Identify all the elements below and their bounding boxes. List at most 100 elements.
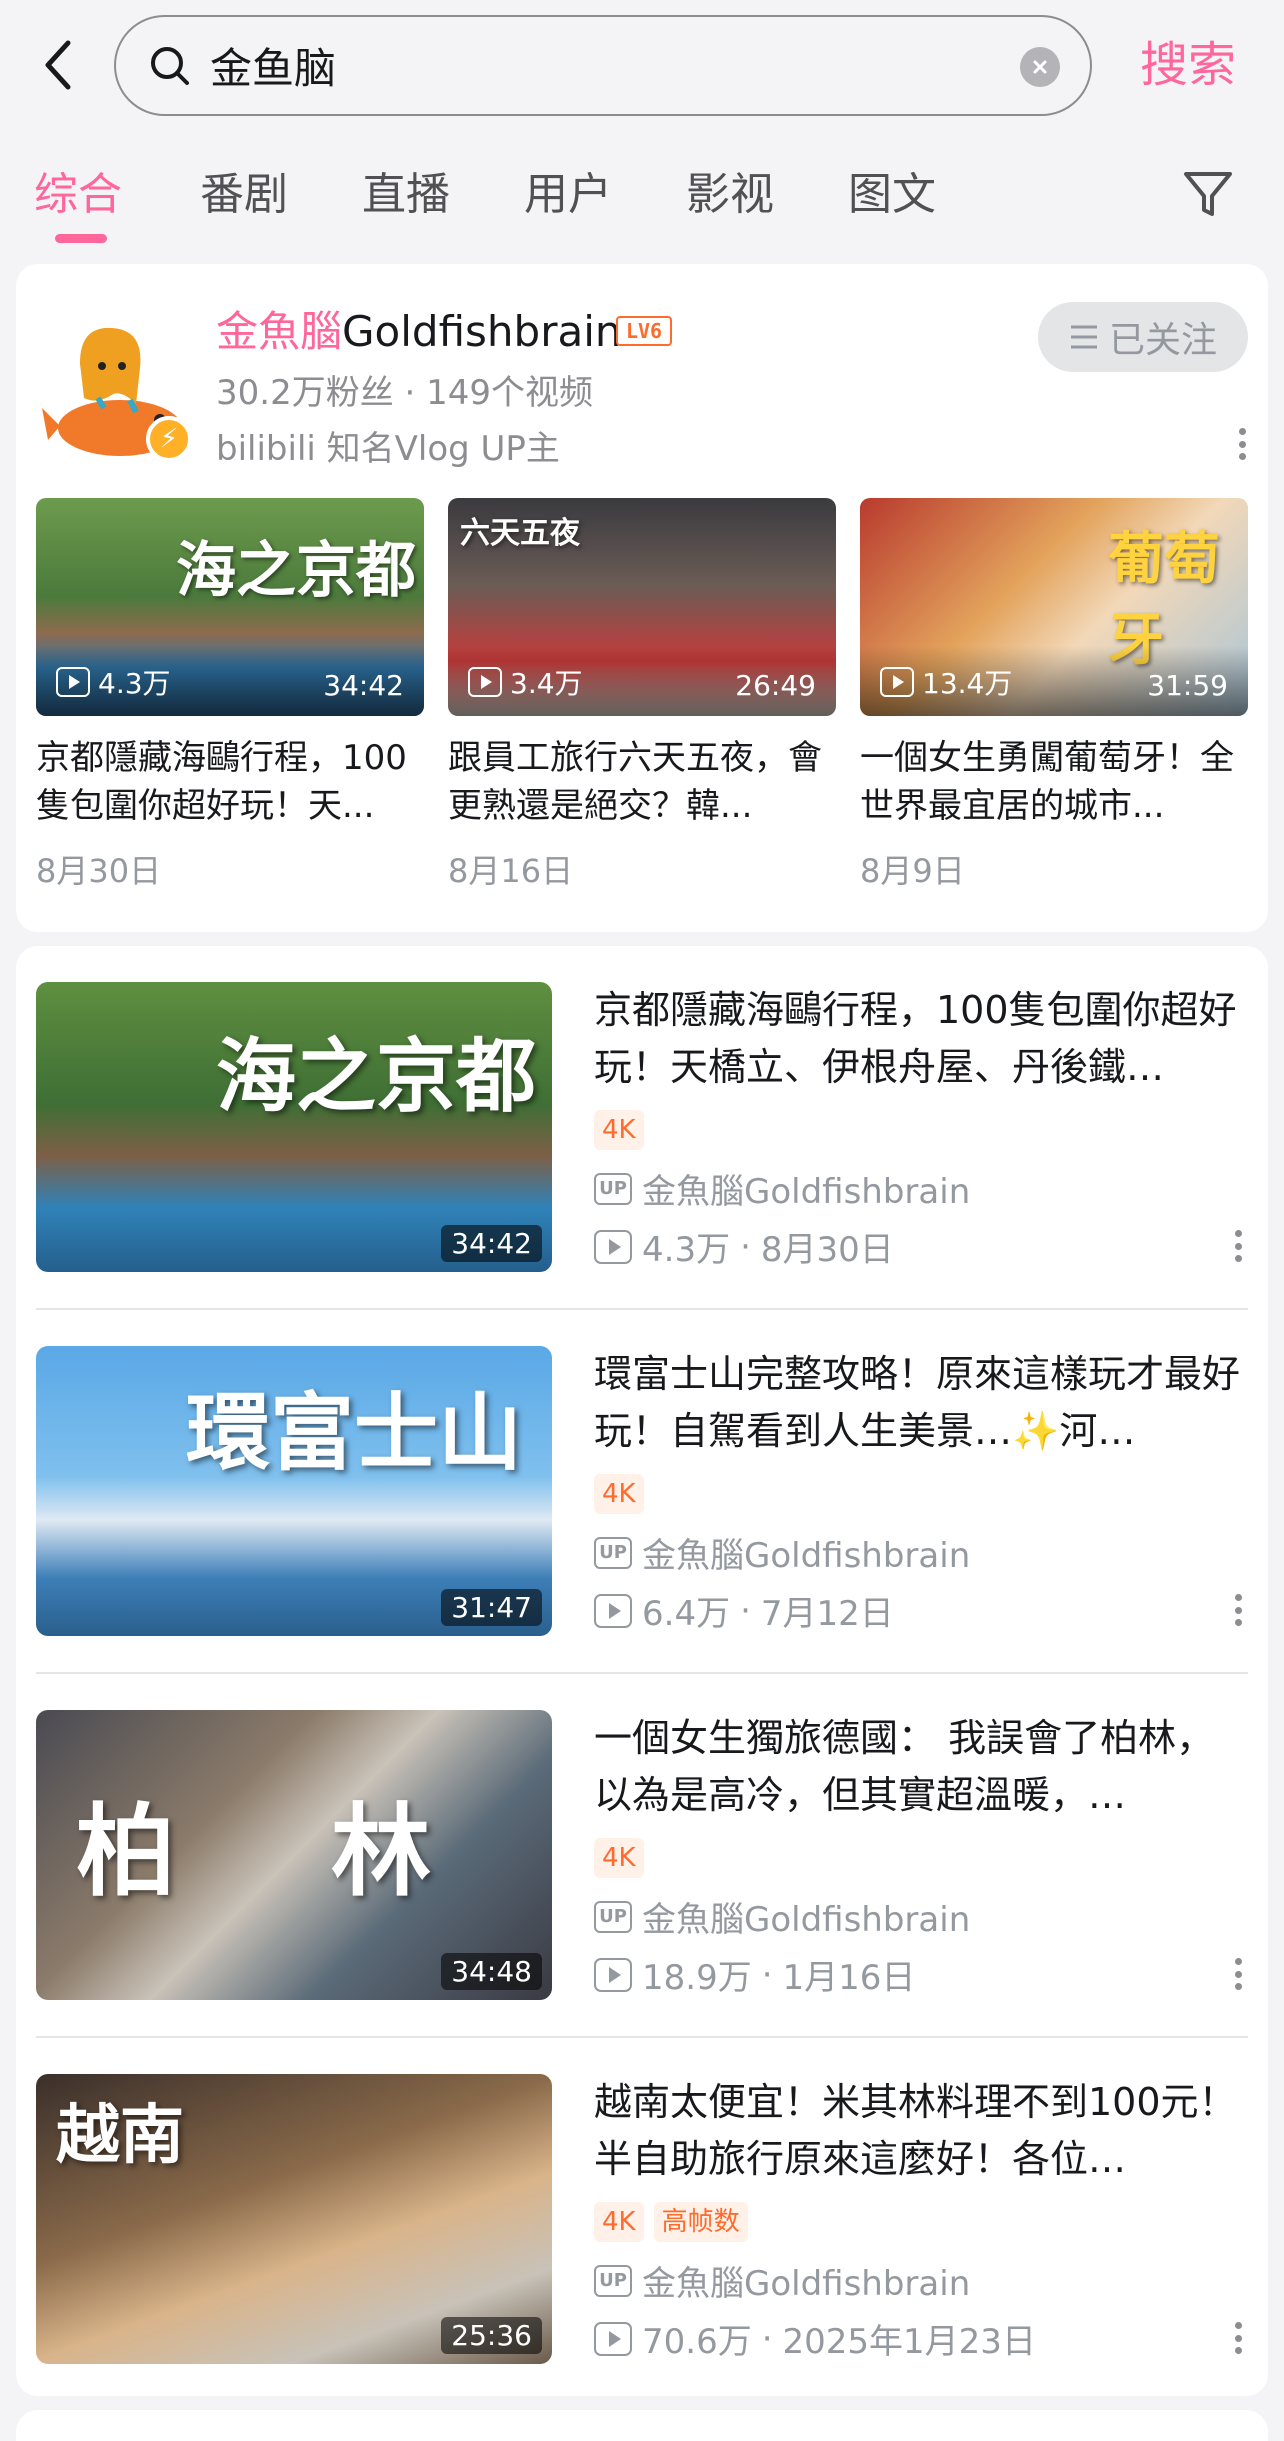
follow-button[interactable]: 已关注: [1038, 302, 1248, 372]
tab-live[interactable]: 直播: [362, 160, 450, 230]
list-item[interactable]: 越南 25:36 越南太便宜！米其林料理不到100元！半自助旅行原來這麼好！各位…: [36, 2038, 1248, 2364]
quality-tag: 4K: [594, 1838, 644, 1878]
framerate-tag: 高帧数: [653, 2202, 748, 2242]
video-title: 京都隱藏海鷗行程，100隻包圍你超好玩！天橋立、伊根舟屋、丹後鐵…: [594, 988, 1237, 1089]
user-video-card[interactable]: 葡萄牙 13.4万 31:59 一個女生勇闖葡萄牙！全世界最宜居的城市... 8…: [860, 498, 1248, 892]
video-title: 京都隱藏海鷗行程，100隻包圍你超好玩！天...: [36, 738, 407, 826]
video-meta: 18.9万 · 1月16日: [594, 1950, 915, 1999]
video-date: 8月16日: [448, 852, 574, 890]
more-options-icon[interactable]: [1228, 1954, 1248, 1994]
search-input[interactable]: [210, 41, 970, 90]
user-description: bilibili 知名Vlog UP主: [216, 429, 560, 469]
view-count: 4.3万: [56, 662, 171, 702]
video-duration: 31:47: [441, 1589, 542, 1626]
video-title: 一個女生勇闖葡萄牙！全世界最宜居的城市...: [860, 738, 1234, 826]
video-thumbnail: 柏 林 34:48: [36, 1710, 552, 2000]
view-count: 13.4万: [880, 662, 1012, 702]
thumbnail-text: 越南: [56, 2099, 184, 2173]
uploader[interactable]: UP 金魚腦Goldfishbrain: [594, 1528, 970, 1577]
tab-users[interactable]: 用户: [524, 160, 612, 230]
video-thumbnail: 葡萄牙 13.4万 31:59: [860, 498, 1248, 716]
user-video-card[interactable]: 六天五夜 3.4万 26:49 跟員工旅行六天五夜，會更熟還是絕交？韓... 8…: [448, 498, 836, 892]
play-icon: [594, 1593, 632, 1628]
tab-articles[interactable]: 图文: [848, 160, 936, 230]
follow-label: 已关注: [1108, 320, 1217, 361]
video-thumbnail: 海之京都 34:42: [36, 982, 552, 1272]
video-thumbnail: 海之京都 4.3万 34:42: [36, 498, 424, 716]
search-button[interactable]: 搜索: [1140, 30, 1236, 100]
filter-icon[interactable]: [1178, 164, 1238, 224]
uploader[interactable]: UP 金魚腦Goldfishbrain: [594, 2256, 970, 2305]
video-title: 一個女生獨旅德國： 我誤會了柏林，以為是高冷，但其實超溫暖，…: [594, 1716, 1215, 1817]
play-icon: [594, 1229, 632, 1264]
video-duration: 34:42: [323, 669, 404, 702]
user-name[interactable]: 金魚腦Goldfishbrain: [216, 302, 622, 362]
play-icon: [594, 1957, 632, 1992]
active-tab-indicator: [55, 234, 107, 243]
category-tabs: 综合 番剧 直播 用户 影视 图文: [0, 150, 1284, 250]
up-icon: UP: [594, 1900, 632, 1933]
quality-tag: 4K: [594, 1110, 644, 1150]
thumbnail-text: 柏 林: [76, 1793, 491, 1910]
thumbnail-text: 環富士山: [186, 1384, 523, 1482]
tab-all[interactable]: 综合: [34, 160, 122, 230]
video-duration: 31:59: [1147, 669, 1228, 702]
video-title: 跟員工旅行六天五夜，會更熟還是絕交？韓...: [448, 738, 822, 826]
video-thumbnail: 越南 25:36: [36, 2074, 552, 2364]
thumbnail-text: 海之京都: [176, 536, 416, 606]
thumbnail-text: 六天五夜: [460, 516, 580, 551]
play-icon: [880, 667, 914, 697]
search-box[interactable]: [114, 15, 1092, 116]
video-duration: 34:42: [441, 1225, 542, 1262]
tab-bangumi[interactable]: 番剧: [200, 160, 288, 230]
menu-lines-icon: [1070, 325, 1097, 349]
search-icon: [151, 46, 189, 85]
video-title: 環富士山完整攻略！原來這樣玩才最好玩！自駕看到人生美景…✨河…: [594, 1352, 1241, 1453]
user-stats: 30.2万粉丝 · 149个视频: [216, 373, 594, 413]
tab-film[interactable]: 影视: [686, 160, 774, 230]
list-item[interactable]: 海之京都 34:42 京都隱藏海鷗行程，100隻包圍你超好玩！天橋立、伊根舟屋、…: [36, 946, 1248, 1272]
play-icon: [56, 667, 90, 697]
play-icon: [468, 667, 502, 697]
quality-tag: 4K: [594, 1474, 644, 1514]
quality-tag: 4K: [594, 2202, 644, 2242]
clear-search-button[interactable]: [1020, 47, 1060, 87]
up-icon: UP: [594, 2264, 632, 2297]
play-icon: [594, 2321, 632, 2356]
verified-badge-icon: ⚡: [146, 416, 192, 462]
video-meta: 70.6万 · 2025年1月23日: [594, 2314, 1036, 2363]
video-meta: 4.3万 · 8月30日: [594, 1222, 894, 1271]
video-tags: 4K 高帧数: [594, 2202, 748, 2242]
user-name-rest: Goldfishbrain: [342, 307, 622, 356]
user-video-card[interactable]: 海之京都 4.3万 34:42 京都隱藏海鷗行程，100隻包圍你超好玩！天...…: [36, 498, 424, 892]
video-tags: 4K: [594, 1838, 644, 1878]
more-options-icon[interactable]: [1228, 2318, 1248, 2358]
user-name-highlight: 金魚腦: [216, 307, 343, 356]
top-bar: 搜索: [0, 0, 1284, 135]
video-meta: 6.4万 · 7月12日: [594, 1586, 894, 1635]
user-card[interactable]: ⚡ 金魚腦Goldfishbrain LV6 30.2万粉丝 · 149个视频 …: [16, 264, 1268, 932]
video-tags: 4K: [594, 1474, 644, 1514]
chevron-left-icon: [45, 40, 71, 90]
video-thumbnail: 環富士山 31:47: [36, 1346, 552, 1636]
up-icon: UP: [594, 1172, 632, 1205]
more-options-icon[interactable]: [1228, 1226, 1248, 1266]
video-list: 海之京都 34:42 京都隱藏海鷗行程，100隻包圍你超好玩！天橋立、伊根舟屋、…: [16, 946, 1268, 2396]
uploader[interactable]: UP 金魚腦Goldfishbrain: [594, 1164, 970, 1213]
close-icon: [1033, 60, 1047, 74]
uploader[interactable]: UP 金魚腦Goldfishbrain: [594, 1892, 970, 1941]
list-item[interactable]: 環富士山 31:47 環富士山完整攻略！原來這樣玩才最好玩！自駕看到人生美景…✨…: [36, 1310, 1248, 1636]
list-item[interactable]: 柏 林 34:48 一個女生獨旅德國： 我誤會了柏林，以為是高冷，但其實超溫暖，…: [36, 1674, 1248, 2000]
video-thumbnail: 六天五夜 3.4万 26:49: [448, 498, 836, 716]
video-date: 8月30日: [36, 852, 162, 890]
up-icon: UP: [594, 1536, 632, 1569]
back-button[interactable]: [32, 30, 84, 100]
level-badge: LV6: [616, 316, 672, 346]
more-options-icon[interactable]: [1232, 424, 1252, 464]
view-count: 3.4万: [468, 662, 583, 702]
video-duration: 26:49: [735, 669, 816, 702]
video-duration: 25:36: [441, 2317, 542, 2354]
more-options-icon[interactable]: [1228, 1590, 1248, 1630]
video-date: 8月9日: [860, 852, 965, 890]
video-title: 越南太便宜！米其林料理不到100元！半自助旅行原來這麼好！各位…: [594, 2080, 1237, 2181]
